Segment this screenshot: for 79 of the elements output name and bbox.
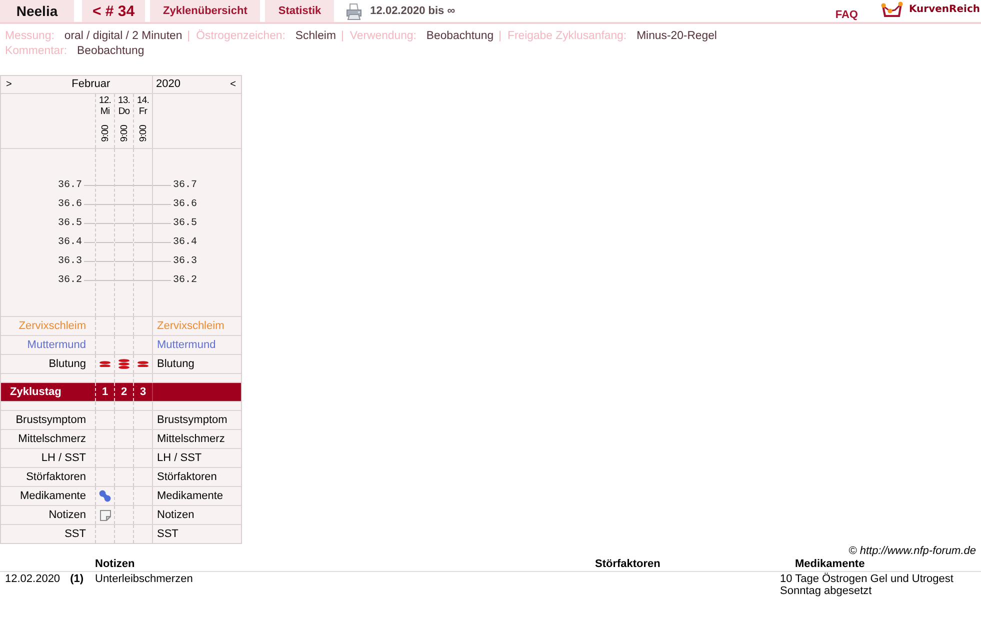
row-label: Störfaktoren — [157, 471, 217, 483]
entry-index: (1) — [70, 573, 84, 587]
column-header: Störfaktoren — [595, 558, 662, 571]
row-label: Notizen — [48, 509, 86, 521]
nav-tab[interactable]: Statistik — [265, 0, 334, 22]
separator: | — [340, 29, 344, 44]
period-text: 12.02.2020 bis ∞ — [370, 5, 456, 17]
row-label: Blutung — [157, 358, 194, 370]
setting-label: Kommentar: — [5, 44, 68, 59]
row-label: Mittelschmerz — [157, 433, 225, 445]
row-label: Medikamente — [20, 490, 86, 502]
temperature-label: 36.3 — [173, 256, 198, 267]
cycle-day-number: 3 — [140, 386, 146, 398]
day-date: 13. — [118, 95, 130, 106]
temperature-label: 36.4 — [58, 237, 82, 248]
faq-link[interactable]: FAQ — [835, 9, 858, 22]
temperature-label: 36.7 — [58, 180, 82, 191]
temperature-label: 36.4 — [173, 237, 198, 248]
month-label: Februar — [70, 77, 112, 92]
nav-tab[interactable]: Zyklenübersicht — [150, 0, 260, 22]
date-text: 12.02.2020 — [5, 573, 60, 587]
logo-icon — [880, 1, 903, 19]
temperature-label: 36.2 — [58, 275, 82, 286]
row-label: LH / SST — [157, 452, 202, 464]
row-label: Muttermund — [157, 339, 216, 351]
temperature-label: 36.3 — [58, 256, 82, 267]
setting-label: Freigabe Zyklusanfang: — [508, 29, 627, 44]
row-label: Muttermund — [27, 339, 86, 351]
temperature-label: 36.6 — [173, 199, 198, 210]
day-date: 12. — [98, 95, 111, 106]
row-label: Zervixschleim — [157, 320, 224, 332]
row-label: LH / SST — [41, 452, 86, 464]
brand-name: KurvenReich — [908, 4, 980, 15]
cycle-day-label: Zyklustag — [10, 386, 62, 398]
temperature-label: 36.5 — [173, 218, 198, 229]
setting-label: Östrogenzeichen: — [196, 29, 286, 44]
temperature-label: 36.6 — [58, 199, 82, 210]
row-label: SST — [64, 528, 86, 540]
table-cell: Unterleibschmerzen — [95, 573, 193, 585]
setting-label: Messung: — [5, 29, 54, 44]
copyright-text: © http://www.nfp-forum.de — [848, 545, 977, 558]
day-time: 9:00 — [118, 125, 130, 142]
row-label: Notizen — [157, 509, 194, 521]
setting-value: Beobachtung — [77, 44, 144, 59]
separator: | — [498, 29, 502, 44]
table-cell: 10 Tage Östrogen Gel und Utrogest Sonntag abgesetzt — [780, 573, 954, 597]
row-label: Brustsymptom — [157, 414, 228, 426]
setting-value: Minus-20-Regel — [636, 29, 717, 44]
day-time: 9:00 — [100, 125, 110, 142]
next-link[interactable]: < — [225, 76, 241, 93]
row-label: Blutung — [48, 358, 86, 370]
user-tab[interactable]: Neelia — [0, 0, 74, 22]
day-weekday: Do — [118, 106, 130, 117]
cycle-day-number: 2 — [120, 386, 128, 398]
prev-link[interactable]: > — [1, 76, 17, 93]
column-header: Notizen — [95, 558, 136, 571]
day-weekday: Mi — [100, 106, 110, 117]
day-weekday: Fr — [138, 106, 148, 117]
temperature-label: 36.7 — [173, 180, 198, 191]
setting-value: Schleim — [295, 29, 336, 44]
row-label: Brustsymptom — [16, 414, 86, 426]
setting-value: oral / digital / 2 Minuten — [64, 29, 182, 44]
day-time: 9:00 — [138, 125, 148, 142]
row-label: SST — [157, 528, 178, 540]
temperature-label: 36.5 — [58, 218, 82, 229]
row-label: Störfaktoren — [26, 471, 86, 483]
cycle-tab[interactable]: < # 34 — [82, 0, 145, 22]
day-date: 14. — [136, 95, 149, 106]
printer-icon — [346, 2, 362, 20]
setting-value: Beobachtung — [426, 29, 494, 44]
temperature-label: 36.2 — [173, 275, 198, 286]
separator: | — [187, 29, 190, 44]
setting-label: Verwendung: — [350, 29, 416, 44]
row-label: Medikamente — [157, 490, 224, 502]
column-header: Medikamente — [794, 558, 866, 571]
cycle-day-number: 1 — [102, 386, 108, 398]
row-label: Mittelschmerz — [18, 433, 86, 445]
row-label: Zervixschleim — [18, 320, 86, 332]
year-label: 2020 — [156, 77, 180, 92]
